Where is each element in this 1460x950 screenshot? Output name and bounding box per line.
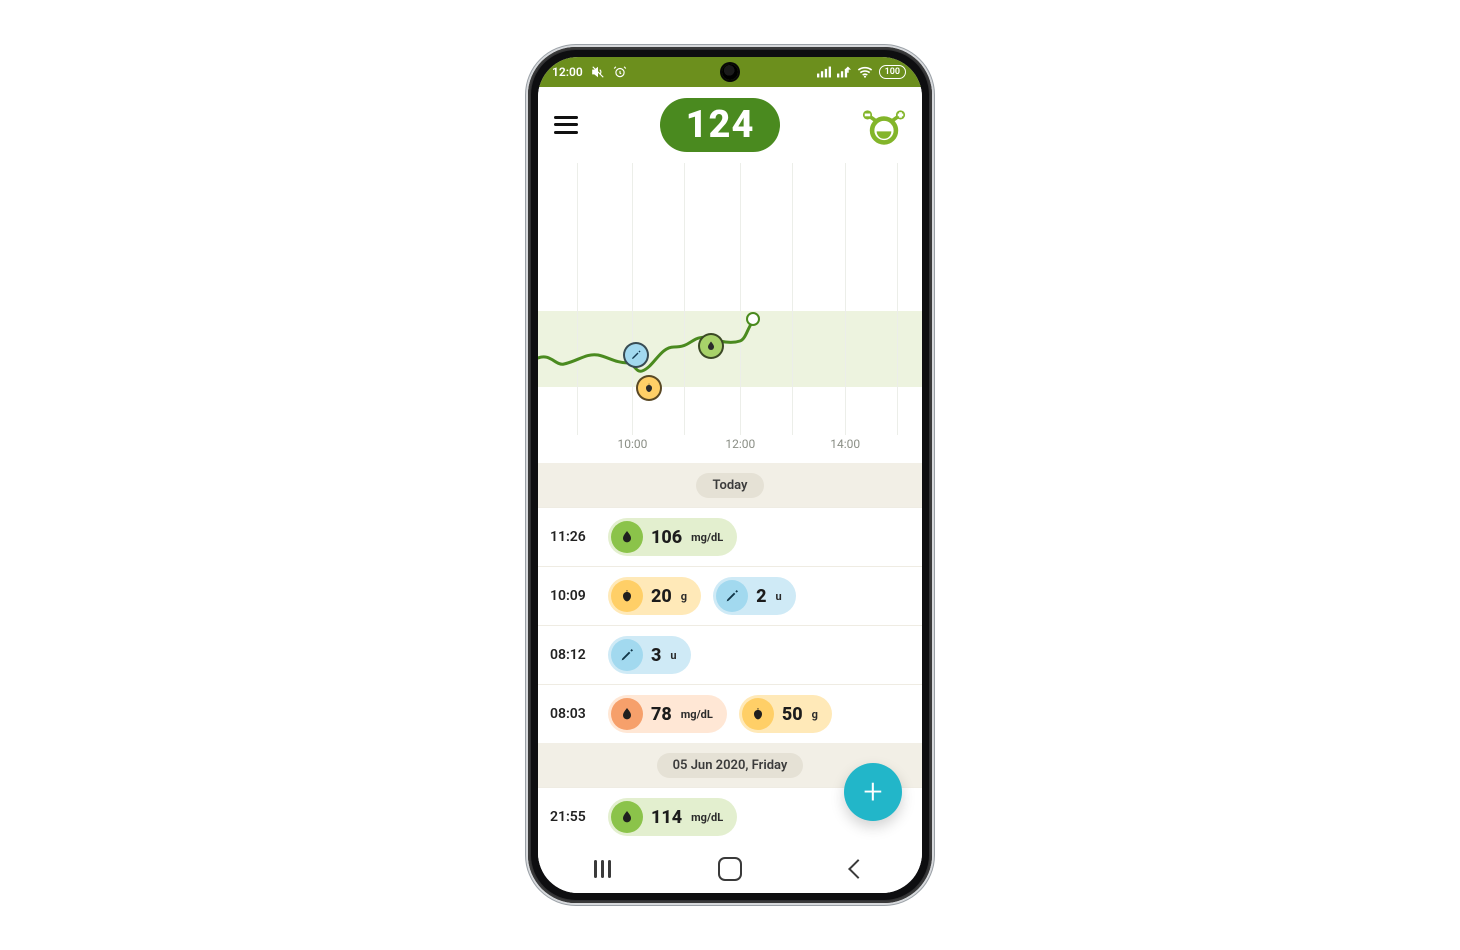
signal-icon [817,66,831,78]
chip-unit: mg/dL [691,531,723,544]
system-nav-bar [538,845,922,893]
date-chip: 05 Jun 2020, Friday [657,753,804,778]
syringe-icon [611,639,643,671]
log-entry[interactable]: 10:09 20 g [538,566,922,625]
phone-frame: 12:00 [528,47,932,903]
apple-icon [742,698,774,730]
add-entry-fab[interactable]: + [844,763,902,821]
chip-value: 114 [651,807,682,828]
chart-marker-carbs[interactable] [636,375,662,401]
date-header-row: Today [538,463,922,507]
chip-insulin[interactable]: 3 u [608,636,691,674]
x-tick: 14:00 [830,437,860,451]
chip-value: 78 [651,704,672,725]
current-reading-pill[interactable]: 124 [660,98,781,152]
drop-icon [611,521,643,553]
nav-recents-button[interactable] [589,856,615,882]
chip-carbs[interactable]: 20 g [608,577,701,615]
date-chip-today: Today [696,473,763,498]
entry-time: 08:12 [550,647,594,663]
chart-marker-glucose[interactable] [698,333,724,359]
nav-back-button[interactable] [845,856,871,882]
entry-time: 10:09 [550,588,594,604]
chip-glucose[interactable]: 114 mg/dL [608,798,737,836]
chip-unit: mg/dL [691,811,723,824]
x-tick: 10:00 [618,437,648,451]
status-bar: 12:00 [538,57,922,87]
chip-unit: u [670,649,676,662]
app-header: 124 [538,87,922,163]
content-area: 10:00 12:00 14:00 Today 11:26 [538,163,922,845]
drop-icon [611,801,643,833]
chip-unit: u [775,590,781,603]
entry-time: 21:55 [550,809,594,825]
data-icon [837,66,851,78]
chip-value: 106 [651,527,682,548]
current-reading-value: 124 [686,103,755,147]
log-entry[interactable]: 08:03 78 mg/dL [538,684,922,743]
battery-text: 100 [885,66,900,78]
alarm-icon [613,65,627,79]
syringe-icon [716,580,748,612]
chip-glucose[interactable]: 106 mg/dL [608,518,737,556]
nav-home-button[interactable] [717,856,743,882]
entry-time: 11:26 [550,529,594,545]
chart-x-axis: 10:00 12:00 14:00 [538,437,922,459]
drop-icon [611,698,643,730]
chip-value: 50 [782,704,803,725]
status-time: 12:00 [552,65,583,79]
plus-icon: + [863,772,882,812]
phone-screen: 12:00 [538,57,922,893]
chip-carbs[interactable]: 50 g [739,695,832,733]
apple-icon [611,580,643,612]
chart-marker-insulin[interactable] [623,342,649,368]
chip-unit: g [812,708,818,721]
log-entry[interactable]: 11:26 106 mg/dL [538,507,922,566]
chip-value: 3 [651,645,661,666]
battery-icon: 100 [879,65,906,79]
chip-value: 2 [756,586,766,607]
wifi-icon [857,66,873,78]
log-entry[interactable]: 08:12 3 u [538,625,922,684]
camera-punch-hole [722,64,738,80]
chip-unit: mg/dL [681,708,713,721]
mute-icon [591,65,605,79]
menu-button[interactable] [554,116,578,134]
chip-unit: g [681,590,687,603]
chip-glucose[interactable]: 78 mg/dL [608,695,727,733]
x-tick: 12:00 [725,437,755,451]
glucose-line [538,163,922,463]
mascot-icon[interactable] [862,103,906,147]
chip-insulin[interactable]: 2 u [713,577,796,615]
glucose-chart[interactable]: 10:00 12:00 14:00 [538,163,922,463]
chip-value: 20 [651,586,672,607]
entry-time: 08:03 [550,706,594,722]
chart-latest-point [746,312,760,326]
